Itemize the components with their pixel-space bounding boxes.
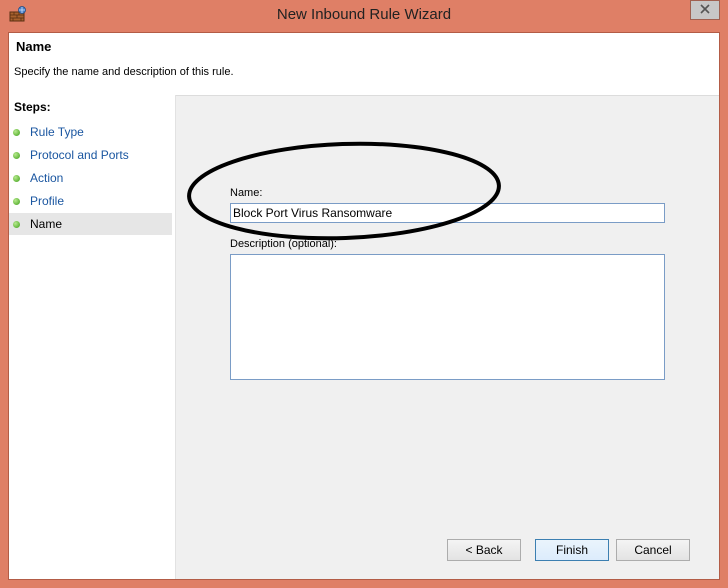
step-name[interactable]: Name: [9, 213, 172, 235]
wizard-client-area: Name Specify the name and description of…: [8, 32, 720, 580]
page-header: Name Specify the name and description of…: [9, 33, 719, 96]
steps-panel: Steps: Rule Type Protocol and Ports Acti…: [9, 95, 176, 579]
step-status-dot-icon: [13, 152, 20, 159]
close-button[interactable]: [690, 0, 720, 20]
step-rule-type[interactable]: Rule Type: [9, 121, 172, 143]
step-label: Profile: [30, 194, 65, 208]
step-protocol-and-ports[interactable]: Protocol and Ports: [9, 144, 172, 166]
close-icon: [700, 3, 710, 17]
step-status-dot-icon: [13, 129, 20, 136]
page-title: Name: [16, 39, 52, 54]
cancel-button[interactable]: Cancel: [616, 539, 690, 561]
title-bar[interactable]: New Inbound Rule Wizard: [0, 0, 728, 32]
step-label: Rule Type: [30, 125, 84, 139]
finish-button[interactable]: Finish: [535, 539, 609, 561]
step-label: Action: [30, 171, 64, 185]
step-label: Name: [30, 217, 63, 231]
step-label: Protocol and Ports: [30, 148, 129, 162]
description-textarea[interactable]: [230, 254, 665, 380]
description-field-label: Description (optional):: [230, 238, 337, 250]
window-title: New Inbound Rule Wizard: [276, 6, 452, 23]
step-status-dot-icon: [13, 221, 20, 228]
back-button[interactable]: < Back: [447, 539, 521, 561]
wizard-window: New Inbound Rule Wizard Name Specify the…: [0, 0, 728, 588]
step-status-dot-icon: [13, 175, 20, 182]
step-status-dot-icon: [13, 198, 20, 205]
step-profile[interactable]: Profile: [9, 190, 172, 212]
steps-heading: Steps:: [14, 100, 51, 114]
name-input[interactable]: [230, 203, 665, 223]
step-action[interactable]: Action: [9, 167, 172, 189]
page-description: Specify the name and description of this…: [14, 66, 234, 78]
name-field-label: Name:: [230, 187, 263, 199]
